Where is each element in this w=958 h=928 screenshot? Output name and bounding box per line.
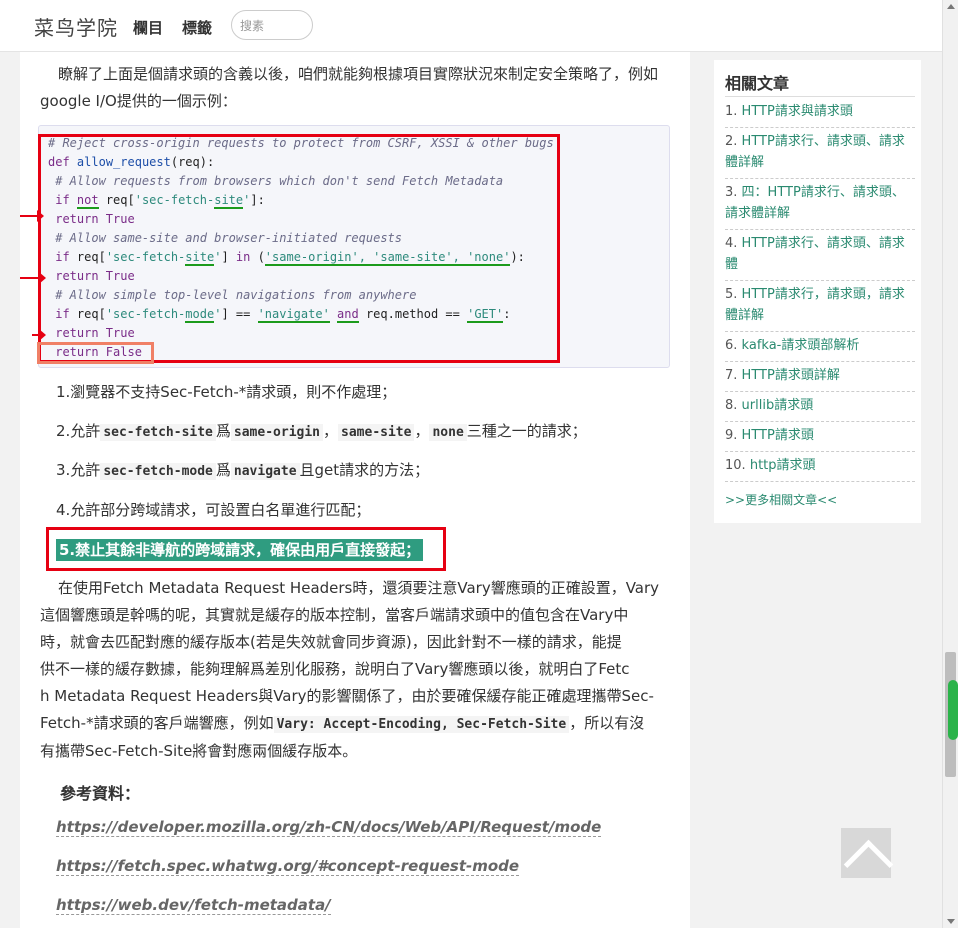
top-navbar: 菜鸟学院 欄目 標籤 搜素 (0, 0, 942, 52)
reference-link[interactable]: https://developer.mozilla.org/zh-CN/docs… (56, 818, 602, 837)
related-item[interactable]: 5. HTTP請求行，請求頭，請求體詳解 (725, 284, 915, 332)
related-item[interactable]: 8. urllib請求頭 (725, 395, 915, 422)
nav-tags[interactable]: 標籤 (182, 17, 212, 38)
related-articles-sidebar: 相關文章 1. HTTP請求與請求頭 2. HTTP請求行、請求頭、請求體詳解 … (714, 60, 921, 523)
search-input[interactable]: 搜素 (231, 10, 313, 40)
return-false-annotation-box (37, 342, 154, 364)
related-item[interactable]: 9. HTTP請求頭 (725, 425, 915, 452)
related-item[interactable]: 1. HTTP請求與請求頭 (725, 101, 915, 128)
references-heading: 參考資料： (60, 784, 141, 803)
code-annotation-box (38, 134, 560, 363)
intro-paragraph: 瞭解了上面是個請求頭的含義以後，咱們就能夠根據項目實際狀況來制定安全策略了，例如… (40, 65, 659, 110)
floating-widget[interactable] (948, 680, 958, 740)
arrow-icon (20, 210, 44, 222)
site-logo[interactable]: 菜鸟学院 (34, 12, 118, 41)
sidebar-title: 相關文章 (725, 74, 790, 93)
point-4: 4.允許部分跨域請求，可設置白名單進行匹配； (56, 501, 371, 519)
scrollbar[interactable] (942, 0, 958, 928)
scroll-up-icon[interactable] (947, 4, 955, 9)
point-2: 2.允許 sec-fetch-site 爲 same-origin， same-site… (56, 422, 587, 441)
related-item[interactable]: 10. http請求頭 (725, 455, 915, 482)
reference-link[interactable]: https://fetch.spec.whatwg.org/#concept-r… (56, 857, 520, 876)
back-to-top-button[interactable] (841, 828, 891, 878)
reference-link[interactable]: https://web.dev/fetch-metadata/ (56, 896, 331, 915)
related-item[interactable]: 2. HTTP請求行、請求頭、請求體詳解 (725, 131, 915, 179)
related-item[interactable]: 7. HTTP請求頭詳解 (725, 365, 915, 392)
sidebar-divider (725, 96, 915, 97)
related-item[interactable]: 4. HTTP請求行、請求頭、請求體 (725, 233, 915, 281)
scroll-down-icon[interactable] (947, 919, 955, 924)
arrow-icon (32, 329, 46, 341)
point-5-highlight: 5.禁止其餘非導航的跨域請求，確保由用戶直接發起； (56, 539, 424, 561)
related-item[interactable]: 3. 四：HTTP請求行、請求頭、請求體詳解 (725, 182, 915, 230)
nav-columns[interactable]: 欄目 (133, 17, 163, 38)
more-related-link[interactable]: >>更多相關文章<< (725, 491, 837, 508)
related-item[interactable]: 6. kafka-請求頭部解析 (725, 335, 915, 362)
arrow-icon (20, 272, 46, 284)
point-1: 1.瀏覽器不支持Sec-Fetch-*請求頭，則不作處理； (56, 383, 397, 401)
body-paragraph: 在使用Fetch Metadata Request Headers時，還須要注意… (40, 579, 660, 760)
point-3: 3.允許 sec-fetch-mode 爲 navigate 且get請求的方法； (56, 461, 430, 480)
article-card: 瞭解了上面是個請求頭的含義以後，咱們就能夠根據項目實際狀況來制定安全策略了，例如… (20, 52, 690, 928)
